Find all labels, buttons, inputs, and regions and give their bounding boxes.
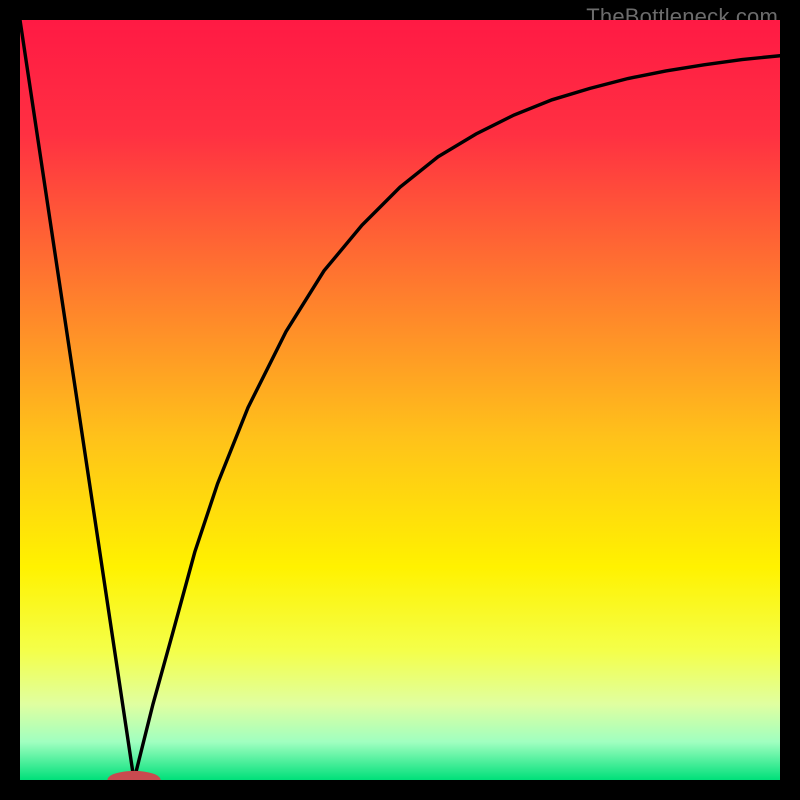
plot-area — [20, 20, 780, 780]
series-left-branch — [20, 20, 134, 780]
series-group — [20, 20, 780, 780]
curve-layer — [20, 20, 780, 780]
minimum-marker — [107, 771, 160, 780]
outer-frame: TheBottleneck.com — [0, 0, 800, 800]
series-right-branch — [134, 56, 780, 780]
